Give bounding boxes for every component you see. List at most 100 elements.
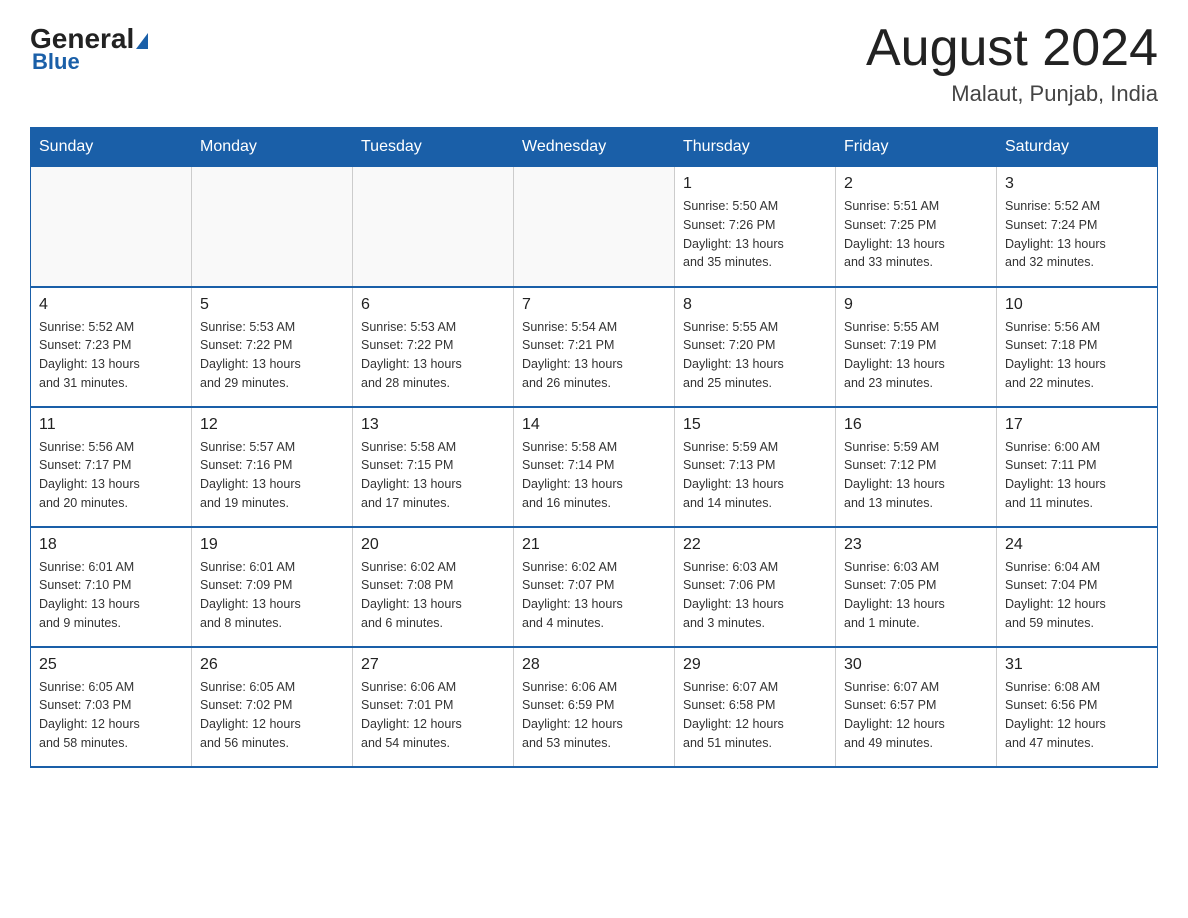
day-info: Sunrise: 6:06 AMSunset: 7:01 PMDaylight:… bbox=[361, 678, 505, 753]
day-number: 9 bbox=[844, 296, 988, 314]
day-number: 21 bbox=[522, 536, 666, 554]
day-info: Sunrise: 5:56 AMSunset: 7:17 PMDaylight:… bbox=[39, 438, 183, 513]
day-number: 25 bbox=[39, 656, 183, 674]
day-info: Sunrise: 6:02 AMSunset: 7:07 PMDaylight:… bbox=[522, 558, 666, 633]
calendar-cell: 29 Sunrise: 6:07 AMSunset: 6:58 PMDayligh… bbox=[675, 647, 836, 767]
calendar-cell: 6 Sunrise: 5:53 AMSunset: 7:22 PMDaylight… bbox=[353, 287, 514, 407]
calendar-cell: 10Sunrise: 5:56 AMSunset: 7:18 PMDayligh… bbox=[997, 287, 1158, 407]
calendar-cell: 8Sunrise: 5:55 AMSunset: 7:20 PMDaylight… bbox=[675, 287, 836, 407]
col-monday: Monday bbox=[192, 128, 353, 167]
day-number: 15 bbox=[683, 416, 827, 434]
day-number: 2 bbox=[844, 175, 988, 193]
calendar-table: Sunday Monday Tuesday Wednesday Thursday… bbox=[30, 127, 1158, 768]
calendar-cell: 17Sunrise: 6:00 AMSunset: 7:11 PMDayligh… bbox=[997, 407, 1158, 527]
day-info: Sunrise: 5:54 AMSunset: 7:21 PMDaylight:… bbox=[522, 318, 666, 393]
day-number: 19 bbox=[200, 536, 344, 554]
day-info: Sunrise: 5:57 AMSunset: 7:16 PMDaylight:… bbox=[200, 438, 344, 513]
calendar-cell: 25 Sunrise: 6:05 AMSunset: 7:03 PMDayligh… bbox=[31, 647, 192, 767]
col-sunday: Sunday bbox=[31, 128, 192, 167]
day-number: 10 bbox=[1005, 296, 1149, 314]
calendar-week-row: 11 Sunrise: 5:56 AMSunset: 7:17 PMDayligh… bbox=[31, 407, 1158, 527]
day-info: Sunrise: 5:52 AMSunset: 7:23 PMDaylight:… bbox=[39, 318, 183, 393]
calendar-cell: 30 Sunrise: 6:07 AMSunset: 6:57 PMDayligh… bbox=[836, 647, 997, 767]
calendar-cell: 13Sunrise: 5:58 AMSunset: 7:15 PMDayligh… bbox=[353, 407, 514, 527]
calendar-cell: 1 Sunrise: 5:50 AMSunset: 7:26 PMDaylight… bbox=[675, 167, 836, 287]
day-info: Sunrise: 6:00 AMSunset: 7:11 PMDaylight:… bbox=[1005, 438, 1149, 513]
day-number: 3 bbox=[1005, 175, 1149, 193]
day-number: 29 bbox=[683, 656, 827, 674]
logo-triangle-icon bbox=[136, 33, 148, 49]
day-info: Sunrise: 5:53 AMSunset: 7:22 PMDaylight:… bbox=[361, 318, 505, 393]
day-info: Sunrise: 6:03 AMSunset: 7:05 PMDaylight:… bbox=[844, 558, 988, 633]
calendar-cell: 27 Sunrise: 6:06 AMSunset: 7:01 PMDayligh… bbox=[353, 647, 514, 767]
logo-blue: Blue bbox=[30, 49, 80, 75]
day-info: Sunrise: 5:50 AMSunset: 7:26 PMDaylight:… bbox=[683, 197, 827, 272]
day-info: Sunrise: 6:05 AMSunset: 7:03 PMDaylight:… bbox=[39, 678, 183, 753]
day-number: 20 bbox=[361, 536, 505, 554]
logo: General Blue bbox=[30, 20, 148, 75]
calendar-week-row: 25 Sunrise: 6:05 AMSunset: 7:03 PMDayligh… bbox=[31, 647, 1158, 767]
day-number: 30 bbox=[844, 656, 988, 674]
day-number: 18 bbox=[39, 536, 183, 554]
page-header: General Blue August 2024 Malaut, Punjab,… bbox=[30, 20, 1158, 107]
month-title: August 2024 bbox=[866, 20, 1158, 77]
calendar-cell: 16 Sunrise: 5:59 AMSunset: 7:12 PMDayligh… bbox=[836, 407, 997, 527]
calendar-cell: 23 Sunrise: 6:03 AMSunset: 7:05 PMDayligh… bbox=[836, 527, 997, 647]
day-info: Sunrise: 6:07 AMSunset: 6:57 PMDaylight:… bbox=[844, 678, 988, 753]
day-number: 1 bbox=[683, 175, 827, 193]
day-number: 14 bbox=[522, 416, 666, 434]
col-friday: Friday bbox=[836, 128, 997, 167]
calendar-week-row: 18 Sunrise: 6:01 AMSunset: 7:10 PMDayligh… bbox=[31, 527, 1158, 647]
calendar-cell bbox=[31, 167, 192, 287]
day-number: 13 bbox=[361, 416, 505, 434]
day-number: 6 bbox=[361, 296, 505, 314]
calendar-cell bbox=[514, 167, 675, 287]
calendar-cell: 26Sunrise: 6:05 AMSunset: 7:02 PMDayligh… bbox=[192, 647, 353, 767]
calendar-cell: 3 Sunrise: 5:52 AMSunset: 7:24 PMDaylight… bbox=[997, 167, 1158, 287]
day-number: 23 bbox=[844, 536, 988, 554]
day-number: 16 bbox=[844, 416, 988, 434]
calendar-cell bbox=[353, 167, 514, 287]
day-number: 27 bbox=[361, 656, 505, 674]
calendar-week-row: 4 Sunrise: 5:52 AMSunset: 7:23 PMDaylight… bbox=[31, 287, 1158, 407]
calendar-cell bbox=[192, 167, 353, 287]
location-title: Malaut, Punjab, India bbox=[866, 81, 1158, 107]
calendar-cell: 31 Sunrise: 6:08 AMSunset: 6:56 PMDayligh… bbox=[997, 647, 1158, 767]
day-info: Sunrise: 6:01 AMSunset: 7:10 PMDaylight:… bbox=[39, 558, 183, 633]
day-info: Sunrise: 6:07 AMSunset: 6:58 PMDaylight:… bbox=[683, 678, 827, 753]
day-info: Sunrise: 6:06 AMSunset: 6:59 PMDaylight:… bbox=[522, 678, 666, 753]
calendar-cell: 11 Sunrise: 5:56 AMSunset: 7:17 PMDayligh… bbox=[31, 407, 192, 527]
calendar-cell: 9Sunrise: 5:55 AMSunset: 7:19 PMDaylight… bbox=[836, 287, 997, 407]
calendar-cell: 19 Sunrise: 6:01 AMSunset: 7:09 PMDayligh… bbox=[192, 527, 353, 647]
day-info: Sunrise: 5:51 AMSunset: 7:25 PMDaylight:… bbox=[844, 197, 988, 272]
calendar-cell: 20Sunrise: 6:02 AMSunset: 7:08 PMDayligh… bbox=[353, 527, 514, 647]
day-info: Sunrise: 6:03 AMSunset: 7:06 PMDaylight:… bbox=[683, 558, 827, 633]
day-number: 26 bbox=[200, 656, 344, 674]
calendar-cell: 22Sunrise: 6:03 AMSunset: 7:06 PMDayligh… bbox=[675, 527, 836, 647]
col-saturday: Saturday bbox=[997, 128, 1158, 167]
calendar-cell: 21 Sunrise: 6:02 AMSunset: 7:07 PMDayligh… bbox=[514, 527, 675, 647]
day-number: 24 bbox=[1005, 536, 1149, 554]
day-info: Sunrise: 5:53 AMSunset: 7:22 PMDaylight:… bbox=[200, 318, 344, 393]
calendar-cell: 4 Sunrise: 5:52 AMSunset: 7:23 PMDaylight… bbox=[31, 287, 192, 407]
col-thursday: Thursday bbox=[675, 128, 836, 167]
day-info: Sunrise: 6:01 AMSunset: 7:09 PMDaylight:… bbox=[200, 558, 344, 633]
calendar-cell: 2 Sunrise: 5:51 AMSunset: 7:25 PMDaylight… bbox=[836, 167, 997, 287]
calendar-week-row: 1 Sunrise: 5:50 AMSunset: 7:26 PMDaylight… bbox=[31, 167, 1158, 287]
col-tuesday: Tuesday bbox=[353, 128, 514, 167]
calendar-cell: 12 Sunrise: 5:57 AMSunset: 7:16 PMDayligh… bbox=[192, 407, 353, 527]
day-number: 31 bbox=[1005, 656, 1149, 674]
calendar-header-row: Sunday Monday Tuesday Wednesday Thursday… bbox=[31, 128, 1158, 167]
day-info: Sunrise: 5:55 AMSunset: 7:20 PMDaylight:… bbox=[683, 318, 827, 393]
day-number: 4 bbox=[39, 296, 183, 314]
day-number: 5 bbox=[200, 296, 344, 314]
day-number: 12 bbox=[200, 416, 344, 434]
day-info: Sunrise: 5:52 AMSunset: 7:24 PMDaylight:… bbox=[1005, 197, 1149, 272]
calendar-cell: 24Sunrise: 6:04 AMSunset: 7:04 PMDayligh… bbox=[997, 527, 1158, 647]
col-wednesday: Wednesday bbox=[514, 128, 675, 167]
calendar-cell: 18 Sunrise: 6:01 AMSunset: 7:10 PMDayligh… bbox=[31, 527, 192, 647]
day-info: Sunrise: 6:08 AMSunset: 6:56 PMDaylight:… bbox=[1005, 678, 1149, 753]
day-number: 11 bbox=[39, 416, 183, 434]
calendar-cell: 28Sunrise: 6:06 AMSunset: 6:59 PMDayligh… bbox=[514, 647, 675, 767]
day-info: Sunrise: 5:59 AMSunset: 7:12 PMDaylight:… bbox=[844, 438, 988, 513]
